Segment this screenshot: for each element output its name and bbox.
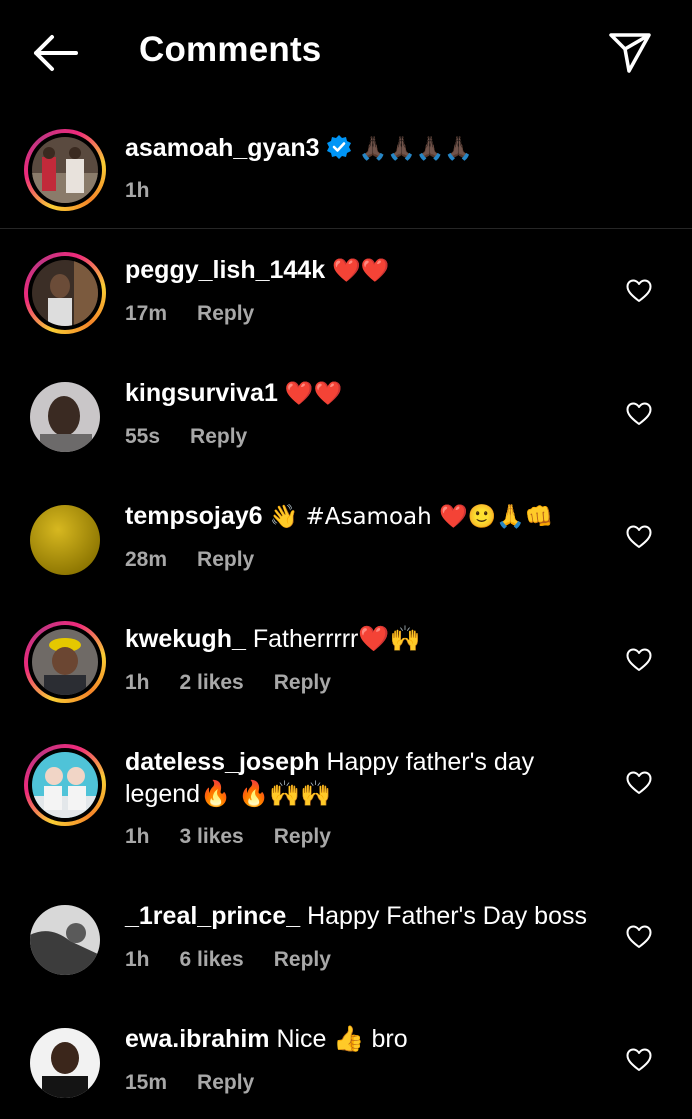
timestamp: 1h [125,179,150,202]
avatar-photo [32,260,98,326]
comment-text: ❤️❤️ [284,381,343,407]
timestamp: 15m [125,1071,168,1094]
timestamp: 28m [125,548,168,571]
avatar[interactable] [24,129,106,211]
username[interactable]: kwekugh_ [125,625,246,653]
avatar-photo [32,629,98,695]
avatar[interactable] [24,744,106,826]
heart-icon[interactable] [626,925,652,949]
arrow-left-icon [34,35,78,71]
username[interactable]: _1real_prince_ [125,902,300,930]
avatar[interactable] [24,252,106,334]
heart-icon[interactable] [626,648,652,672]
reply-button[interactable]: Reply [197,1071,254,1094]
heart-icon[interactable] [626,525,652,549]
avatar[interactable] [30,1028,100,1098]
caption-text: 🙏🏿🙏🏿🙏🏿🙏🏿 [358,136,474,162]
reply-button[interactable]: Reply [274,671,331,694]
comment-text: Happy Father's Day boss [307,902,587,930]
paper-plane-icon [609,33,651,73]
timestamp: 55s [125,425,161,448]
heart-icon[interactable] [626,771,652,795]
username[interactable]: peggy_lish_144k [125,256,325,284]
comment-text: Fatherrrrr❤️🙌 [252,625,421,653]
heart-icon[interactable] [626,1048,652,1072]
timestamp: 1h [125,948,150,971]
comment-text: ❤️❤️ [332,258,390,284]
avatar[interactable] [24,621,106,703]
comment-text: 👋 #Asamoah ❤️🙂🙏👊 [269,504,554,530]
header-bar: Comments [0,0,692,104]
timestamp: 1h [125,825,150,848]
reply-button[interactable]: Reply [190,425,247,448]
reply-button[interactable]: Reply [197,548,254,571]
back-button[interactable] [28,30,80,76]
page-title: Comments [139,30,322,69]
comment-text: Nice 👍 bro [276,1025,408,1053]
username[interactable]: kingsurviva1 [125,379,278,407]
username[interactable]: ewa.ibrahim [125,1025,270,1053]
username[interactable]: dateless_joseph [125,748,320,776]
username[interactable]: tempsojay6 [125,502,263,530]
likes-count[interactable]: 2 likes [180,671,244,694]
likes-count[interactable]: 6 likes [180,948,244,971]
avatar-photo [32,137,98,203]
post-caption: asamoah_gyan3 🙏🏿🙏🏿🙏🏿🙏🏿 1h [0,118,692,229]
reply-button[interactable]: Reply [274,948,331,971]
reply-button[interactable]: Reply [197,302,254,325]
avatar[interactable] [30,505,100,575]
share-button[interactable] [604,26,656,78]
timestamp: 1h [125,671,150,694]
verified-badge-icon [326,135,351,159]
timestamp: 17m [125,302,168,325]
avatar[interactable] [30,382,100,452]
likes-count[interactable]: 3 likes [180,825,244,848]
heart-icon[interactable] [626,402,652,426]
heart-icon[interactable] [626,279,652,303]
username[interactable]: asamoah_gyan3 [125,134,320,162]
reply-button[interactable]: Reply [274,825,331,848]
avatar[interactable] [30,905,100,975]
avatar-photo [32,752,98,818]
